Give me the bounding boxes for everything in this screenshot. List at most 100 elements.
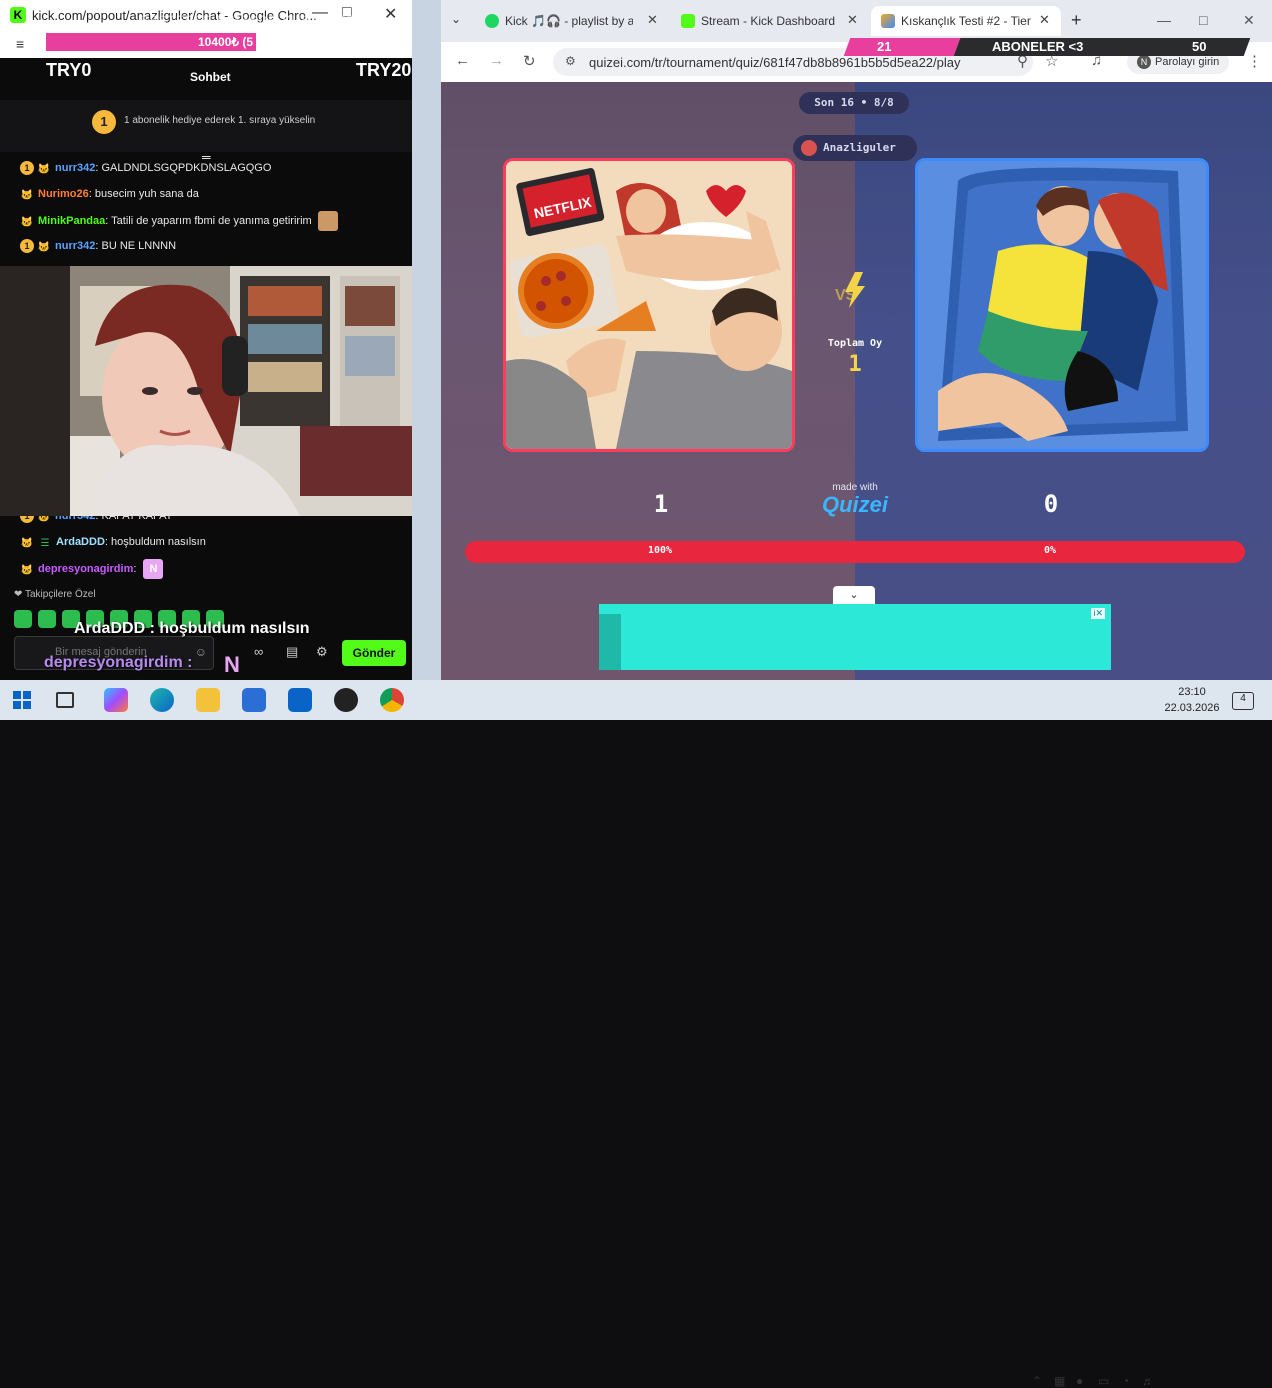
chat-username[interactable]: ArdaDDD xyxy=(56,536,105,548)
left-vote-percent-bar: 100% xyxy=(465,541,855,563)
emoji-picker-icon[interactable]: ☺ xyxy=(195,645,207,659)
chat-username[interactable]: MinikPandaa xyxy=(38,215,105,227)
signin-label: Parolayı girin xyxy=(1155,56,1220,68)
left-vote-count: 1 xyxy=(653,490,669,518)
chat-username[interactable]: nurr342 xyxy=(55,162,95,174)
more-menu-icon[interactable]: ⋮ xyxy=(1247,52,1262,70)
task-view-icon[interactable] xyxy=(56,692,74,708)
face-emote-icon xyxy=(317,211,338,231)
quizei-favicon-icon xyxy=(881,14,895,28)
option-card-left[interactable]: NETFLIX xyxy=(503,158,795,452)
collapse-ad-chevron-icon[interactable]: ⌄ xyxy=(833,586,875,604)
gear-icon[interactable]: ⚙ xyxy=(316,644,328,660)
chat-message: 🐱 MinikPandaa: Tatili de yaparım fbmi de … xyxy=(20,211,338,231)
close-icon[interactable]: ✕ xyxy=(1243,12,1255,29)
chat-username[interactable]: depresyonagirdim xyxy=(38,563,133,575)
tray-overflow-icon[interactable]: ⌃ xyxy=(1032,1374,1042,1388)
mail-icon[interactable] xyxy=(288,688,312,712)
chat-message-text: hoşbuldum nasılsın xyxy=(111,536,206,548)
maximize-icon[interactable]: □ xyxy=(1199,12,1207,28)
webcam-feed-image xyxy=(0,266,412,516)
subs-current: 21 xyxy=(877,39,892,54)
infinity-icon[interactable]: ∞ xyxy=(254,644,263,659)
file-explorer-icon[interactable] xyxy=(196,688,220,712)
store-icon[interactable]: ▤ xyxy=(286,644,298,660)
sub-badge-icon: 1 xyxy=(20,239,34,254)
chat-message: 🐱 Nurimo26: busecim yuh sana da xyxy=(20,188,199,202)
close-icon[interactable]: ✕ xyxy=(384,4,397,24)
right-vote-percent: 0% xyxy=(1043,545,1057,556)
chat-message: 1 🐱 nurr342: BU NE LNNNN xyxy=(20,237,176,255)
round-indicator: Son 16 • 8/8 xyxy=(799,92,909,114)
minimize-icon[interactable]: — xyxy=(1157,12,1171,28)
subs-goal-fill xyxy=(843,38,961,56)
site-settings-icon[interactable]: ≡ xyxy=(16,36,24,52)
clock-time[interactable]: 23:10 xyxy=(1166,686,1218,698)
battery-icon[interactable]: ▭ xyxy=(1098,1374,1109,1388)
wifi-icon[interactable]: ◔ xyxy=(1122,1374,1129,1388)
chat-message-text: GALDNDLSGQPDKDNSLAGQGO xyxy=(101,162,272,174)
cat-badge-icon: 🐱 xyxy=(20,565,34,576)
edge-browser-icon[interactable] xyxy=(150,688,174,712)
quizei-logo[interactable]: Quizei xyxy=(811,492,899,518)
letter-n-emote-icon: N xyxy=(143,559,164,579)
overlay-right-amount: TRY20000 xyxy=(356,60,412,80)
option-card-right[interactable] xyxy=(915,158,1209,452)
start-windows-icon[interactable] xyxy=(10,688,34,712)
microphone-icon[interactable]: ● xyxy=(1076,1374,1083,1388)
obs-studio-icon[interactable] xyxy=(334,688,358,712)
tab-spotify-playlist[interactable]: Kick 🎵🎧 - playlist by a... ✕ xyxy=(475,6,665,36)
subs-label: ABONELER <3 xyxy=(992,39,1084,54)
tab-kick-dashboard[interactable]: Stream - Kick Dashboard ✕ xyxy=(671,6,867,36)
tts-n-emote: N xyxy=(224,652,240,677)
forward-icon[interactable]: → xyxy=(489,52,504,69)
notification-center-icon[interactable]: 4 xyxy=(1232,692,1254,710)
clock-date[interactable]: 22.03.2026 xyxy=(1160,702,1224,714)
volume-icon[interactable]: ♬ xyxy=(1142,1374,1154,1388)
subscriber-goal-overlay: 21 ABONELER <3 50 xyxy=(843,38,1251,56)
site-info-icon[interactable]: ⚙ xyxy=(565,54,576,68)
sub-badge-icon: 1 xyxy=(20,161,34,176)
svg-text:VS: VS xyxy=(835,287,857,304)
reload-icon[interactable]: ↻ xyxy=(523,52,536,70)
couple-hug-illustration xyxy=(918,161,1206,449)
subs-target: 50 xyxy=(1192,39,1207,54)
new-tab-button[interactable]: + xyxy=(1071,10,1082,31)
ad-banner[interactable]: i✕ xyxy=(599,604,1111,670)
chat-message: 🐱 depresyonagirdim: N xyxy=(20,559,164,579)
back-icon[interactable]: ← xyxy=(455,52,470,69)
cat-badge-icon: 🐱 xyxy=(20,217,34,228)
chat-username[interactable]: nurr342 xyxy=(55,240,95,252)
creator-avatar xyxy=(801,140,817,156)
spotify-icon xyxy=(485,14,499,28)
chat-message-text: busecim yuh sana da xyxy=(94,188,199,200)
total-votes-label: Toplam Oy xyxy=(827,338,883,349)
tab-close-icon[interactable]: ✕ xyxy=(1039,12,1050,28)
tab-quizei-active[interactable]: Kıskançlık Testi #2 - Tier Li... ✕ xyxy=(871,6,1061,36)
chat-message: 1 🐱 nurr342: GALDNDLSGQPDKDNSLAGQGO xyxy=(20,159,271,177)
ad-banner-edge xyxy=(599,614,621,670)
microsoft-store-icon[interactable] xyxy=(242,688,266,712)
cat-badge-icon: 🐱 xyxy=(20,190,34,202)
gift-sub-banner[interactable]: 1 1 abonelik hediye ederek 1. sıraya yük… xyxy=(0,100,412,152)
tab-close-icon[interactable]: ✕ xyxy=(647,12,658,28)
tray-app-icon[interactable]: ▦ xyxy=(1054,1374,1065,1388)
copilot-icon[interactable] xyxy=(104,688,128,712)
desktop-background xyxy=(412,0,444,680)
overlay-left-amount: TRY0 xyxy=(46,60,92,80)
tab-close-icon[interactable]: ✕ xyxy=(847,12,858,28)
emote-icon[interactable] xyxy=(38,610,56,628)
overlay-ghost-text: BESTERFR BIHESDE·KURFLERR <3 xyxy=(140,13,377,27)
cat-badge-icon: 🐱 xyxy=(37,164,51,176)
creator-badge[interactable]: Anazliguler xyxy=(793,135,917,161)
send-button[interactable]: Gönder xyxy=(342,640,406,666)
chat-username[interactable]: Nurimo26 xyxy=(38,188,89,200)
chat-header: TRY0 Sohbet TRY20000 xyxy=(0,58,412,98)
ad-info-icon[interactable]: i✕ xyxy=(1091,608,1105,619)
followers-only-label: ❤ Takipçilere Özel xyxy=(14,589,96,600)
emote-icon[interactable] xyxy=(14,610,32,628)
chat-message-text: Tatili de yaparım fbmi de yanıma getirir… xyxy=(111,214,312,227)
chat-title: Sohbet xyxy=(190,70,231,84)
tab-search-icon[interactable]: ⌄ xyxy=(451,12,461,26)
chrome-icon[interactable] xyxy=(380,688,404,712)
